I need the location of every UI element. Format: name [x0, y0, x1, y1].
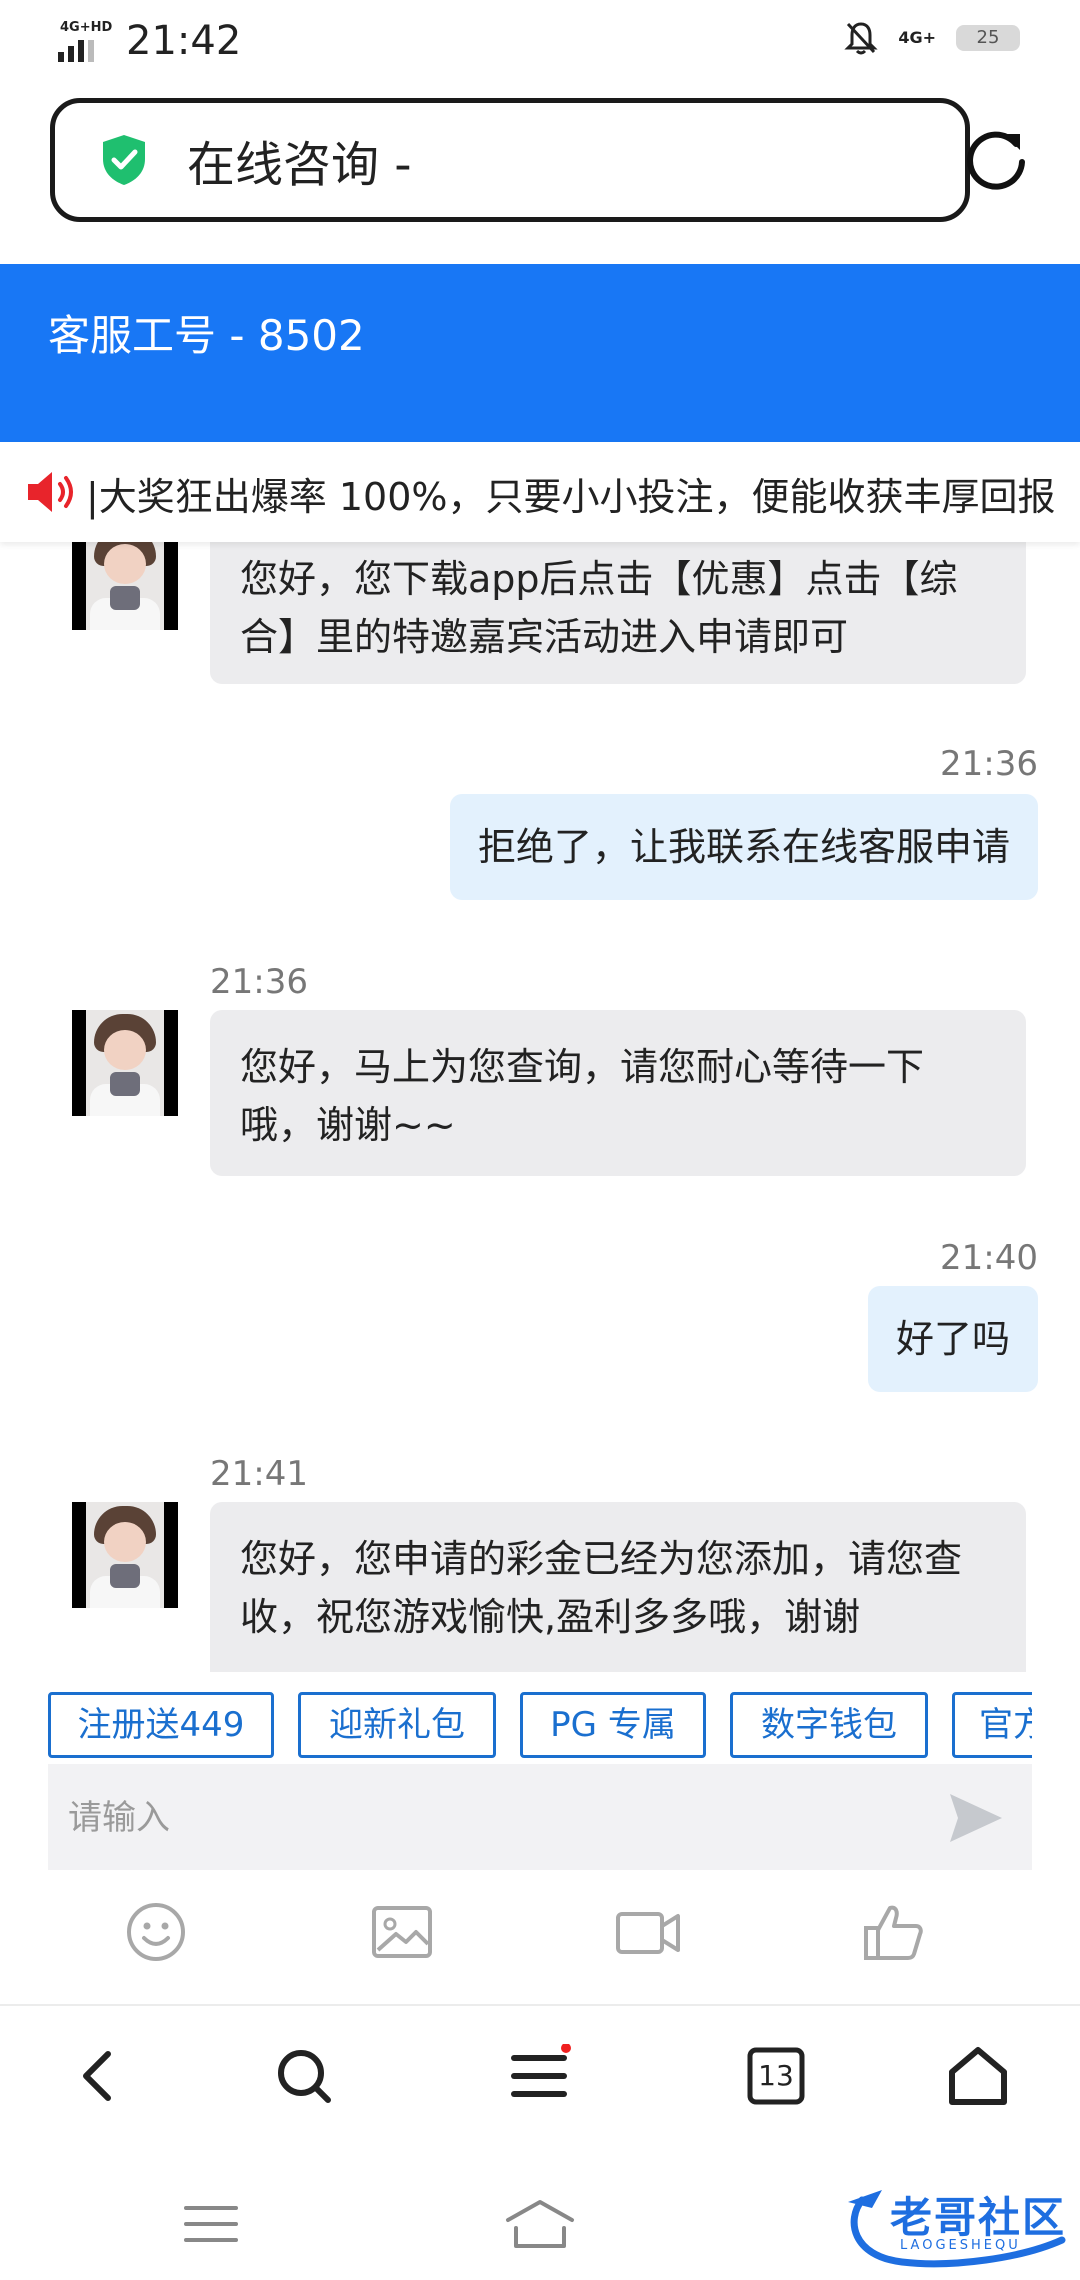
- notification-dot: [561, 2044, 571, 2053]
- message-input[interactable]: [66, 1764, 930, 1872]
- message-input-bar: [48, 1764, 1032, 1872]
- quick-reply-chip[interactable]: 官方: [952, 1692, 1032, 1758]
- send-icon[interactable]: [948, 1790, 1004, 1846]
- clock: 21:42: [126, 18, 242, 64]
- announcement-text: |大奖狂出爆率 100%，只要小小投注，便能收获丰厚回报: [86, 475, 1056, 519]
- user-message: 好了吗: [867, 1286, 1038, 1392]
- address-bar[interactable]: 在线咨询 -: [50, 98, 970, 222]
- browser-toolbar: 13: [0, 2030, 1080, 2130]
- back-icon[interactable]: [68, 2044, 132, 2108]
- page-title: 在线咨询 -: [187, 137, 412, 193]
- quick-reply-chip[interactable]: PG 专属: [520, 1692, 706, 1758]
- agent-id: 客服工号 - 8502: [48, 311, 365, 360]
- agent-message: 您好，您申请的彩金已经为您添加，请您查收，祝您游戏愉快,盈利多多哦，谢谢: [210, 1502, 1026, 1672]
- home-icon[interactable]: [946, 2044, 1010, 2108]
- video-icon[interactable]: [616, 1900, 680, 1964]
- emoji-icon[interactable]: [124, 1900, 188, 1964]
- tab-count: 13: [758, 2059, 794, 2092]
- search-icon[interactable]: [272, 2044, 336, 2108]
- quick-reply-chip[interactable]: 数字钱包: [730, 1692, 928, 1758]
- chat-header: 客服工号 - 8502: [0, 264, 1080, 442]
- agent-avatar: [72, 1010, 178, 1116]
- shield-check-icon: [103, 135, 145, 185]
- chat-messages[interactable]: 您好，您下载app后点击【优惠】点击【综合】里的特邀嘉宾活动进入申请即可 21:…: [0, 542, 1080, 1672]
- battery-level: 25: [976, 27, 1000, 48]
- status-bar: 4G+HD 21:42 4G+ 25: [0, 0, 1080, 84]
- tabs-button[interactable]: 13: [744, 2044, 808, 2108]
- announcement-bar: |大奖狂出爆率 100%，只要小小投注，便能收获丰厚回报: [0, 442, 1080, 542]
- quick-replies: 注册送449 迎新礼包 PG 专属 数字钱包 官方: [48, 1692, 1032, 1758]
- reload-icon[interactable]: [964, 126, 1030, 192]
- home-nav-icon[interactable]: [504, 2198, 576, 2250]
- image-icon[interactable]: [370, 1900, 434, 1964]
- signal-icon: 4G+HD: [58, 20, 112, 62]
- network-label: 4G+HD: [60, 20, 113, 35]
- user-message: 拒绝了，让我联系在线客服申请: [449, 794, 1038, 900]
- message-time: 21:41: [210, 1454, 308, 1494]
- recent-apps-icon[interactable]: [184, 2202, 238, 2246]
- agent-message: 您好，您下载app后点击【优惠】点击【综合】里的特邀嘉宾活动进入申请即可: [210, 542, 1026, 684]
- message-time: 21:40: [940, 1238, 1038, 1278]
- chat-tools: [0, 1900, 1080, 1980]
- battery-icon: 25: [956, 25, 1020, 51]
- quick-reply-chip[interactable]: 注册送449: [48, 1692, 274, 1758]
- network-right-label: 4G+: [898, 28, 936, 47]
- mute-bell-icon: [844, 22, 878, 55]
- agent-avatar: [72, 1502, 178, 1608]
- quick-reply-chip[interactable]: 迎新礼包: [298, 1692, 496, 1758]
- message-time: 21:36: [210, 962, 308, 1002]
- thumbs-up-icon[interactable]: [862, 1900, 926, 1964]
- message-time: 21:36: [940, 744, 1038, 784]
- agent-message: 您好，马上为您查询，请您耐心等待一下哦，谢谢~~: [210, 1010, 1026, 1176]
- agent-avatar: [72, 542, 178, 630]
- watermark-logo: 老哥社区 LAOGESHEQU: [842, 2180, 1068, 2270]
- watermark-subtext: LAOGESHEQU: [900, 2238, 1021, 2253]
- divider: [0, 2004, 1080, 2006]
- speaker-icon: [28, 472, 73, 512]
- watermark-text: 老哥社区: [890, 2193, 1067, 2242]
- menu-icon[interactable]: [508, 2044, 572, 2108]
